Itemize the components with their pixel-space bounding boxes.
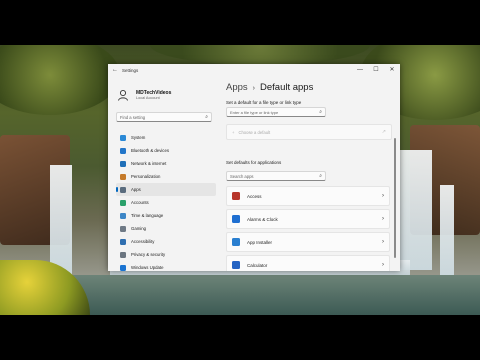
sidebar-item-label: Network & internet [131,161,167,166]
sidebar-item-gaming[interactable]: Gaming [116,222,216,235]
accessibility-icon [120,238,126,245]
letterbox-top [0,0,480,45]
app-list: Access › Alarms & Clock › App Installer › Calc… [226,186,390,271]
user-name: MDTechVideos [136,89,172,96]
user-account-type: Local Account [136,95,160,100]
sidebar-nav: System Bluetooth & devices Network & inter… [116,131,216,271]
search-apps-placeholder: Search apps [230,174,254,179]
sidebar-item-label: Privacy & security [131,252,166,257]
sidebar-item-label: Bluetooth & devices [131,148,169,153]
apps-defaults-heading: Set defaults for applications [226,160,282,165]
choose-default-row: + Choose a default ↗ [226,124,392,140]
sidebar-item-label: Windows Update [131,265,164,270]
sidebar-item-privacy-security[interactable]: Privacy & security [116,248,216,261]
letterbox-bottom [0,315,480,360]
window-title: Settings [122,67,139,73]
sidebar-item-time-language[interactable]: Time & language [116,209,216,222]
sidebar-item-accessibility[interactable]: Accessibility [116,235,216,248]
settings-window: ← Settings — ☐ ✕ MDTechVideos Local Acco… [108,64,400,271]
sidebar-item-bluetooth-devices[interactable]: Bluetooth & devices [116,144,216,157]
alarms-clock-icon [232,215,240,223]
chevron-right-icon: › [382,239,384,245]
page-title: Default apps [260,82,314,93]
bluetooth-icon [120,147,126,154]
chevron-right-icon: › [382,216,384,222]
find-setting-placeholder: Find a setting [120,115,146,120]
sidebar-item-label: Accessibility [131,239,155,244]
access-icon [232,192,240,200]
search-icon: ⌕ [319,173,322,179]
app-row-app-installer[interactable]: App Installer › [226,232,390,252]
main-content: Apps › Default apps Set a default for a fi… [224,76,400,271]
avatar [116,88,130,102]
privacy-icon [120,251,126,258]
sidebar-item-system[interactable]: System [116,131,216,144]
app-row-access[interactable]: Access › [226,186,390,206]
network-icon [120,160,126,167]
gaming-icon [120,225,126,232]
chevron-right-icon: › [382,193,384,199]
user-profile[interactable]: MDTechVideos Local Account [116,84,216,106]
sidebar-item-accounts[interactable]: Accounts [116,196,216,209]
app-installer-icon [232,238,240,246]
find-setting-input[interactable]: Find a setting ⌕ [116,112,212,122]
sidebar-item-label: Accounts [131,200,149,205]
breadcrumb: Apps › Default apps [226,82,313,93]
plus-icon: + [232,129,235,135]
file-type-heading: Set a default for a file type or link ty… [226,100,302,105]
app-row-calculator[interactable]: Calculator › [226,255,390,271]
scrollbar[interactable] [394,138,396,258]
file-type-input[interactable]: Enter a file type or link type ⌕ [226,107,326,117]
accounts-icon [120,199,126,206]
choose-default-label: Choose a default [238,129,271,135]
sidebar: MDTechVideos Local Account Find a settin… [108,76,216,271]
search-icon: ⌕ [319,109,322,115]
breadcrumb-apps[interactable]: Apps [226,82,248,93]
calculator-icon [232,261,240,269]
title-bar: ← Settings — ☐ ✕ [108,64,400,76]
apps-icon [120,186,126,193]
time-language-icon [120,212,126,219]
external-link-icon: ↗ [381,129,386,135]
search-icon: ⌕ [205,114,208,120]
sidebar-item-windows-update[interactable]: Windows Update [116,261,216,271]
sidebar-item-label: Time & language [131,213,164,218]
sidebar-item-label: Gaming [131,226,147,231]
personalization-icon [120,173,126,180]
app-row-alarms-clock[interactable]: Alarms & Clock › [226,209,390,229]
back-arrow-icon[interactable]: ← [108,67,122,73]
minimize-button[interactable]: — [352,64,368,76]
sidebar-item-network-internet[interactable]: Network & internet [116,157,216,170]
app-name: Alarms & Clock [247,216,278,222]
system-icon [120,134,126,141]
app-name: Calculator [247,262,268,268]
windows-update-icon [120,264,126,271]
breadcrumb-separator: › [252,85,255,92]
file-type-placeholder: Enter a file type or link type [230,110,279,115]
sidebar-item-personalization[interactable]: Personalization [116,170,216,183]
sidebar-item-label: Personalization [131,174,161,179]
sidebar-item-apps[interactable]: Apps [116,183,216,196]
sidebar-item-label: Apps [131,187,141,192]
app-name: Access [247,193,262,199]
moss-foreground [0,260,90,315]
user-icon [118,89,128,101]
search-apps-input[interactable]: Search apps ⌕ [226,171,326,181]
chevron-right-icon: › [382,262,384,268]
sidebar-item-label: System [131,135,146,140]
close-button[interactable]: ✕ [384,64,400,76]
app-name: App Installer [247,239,273,245]
maximize-button[interactable]: ☐ [368,64,384,76]
